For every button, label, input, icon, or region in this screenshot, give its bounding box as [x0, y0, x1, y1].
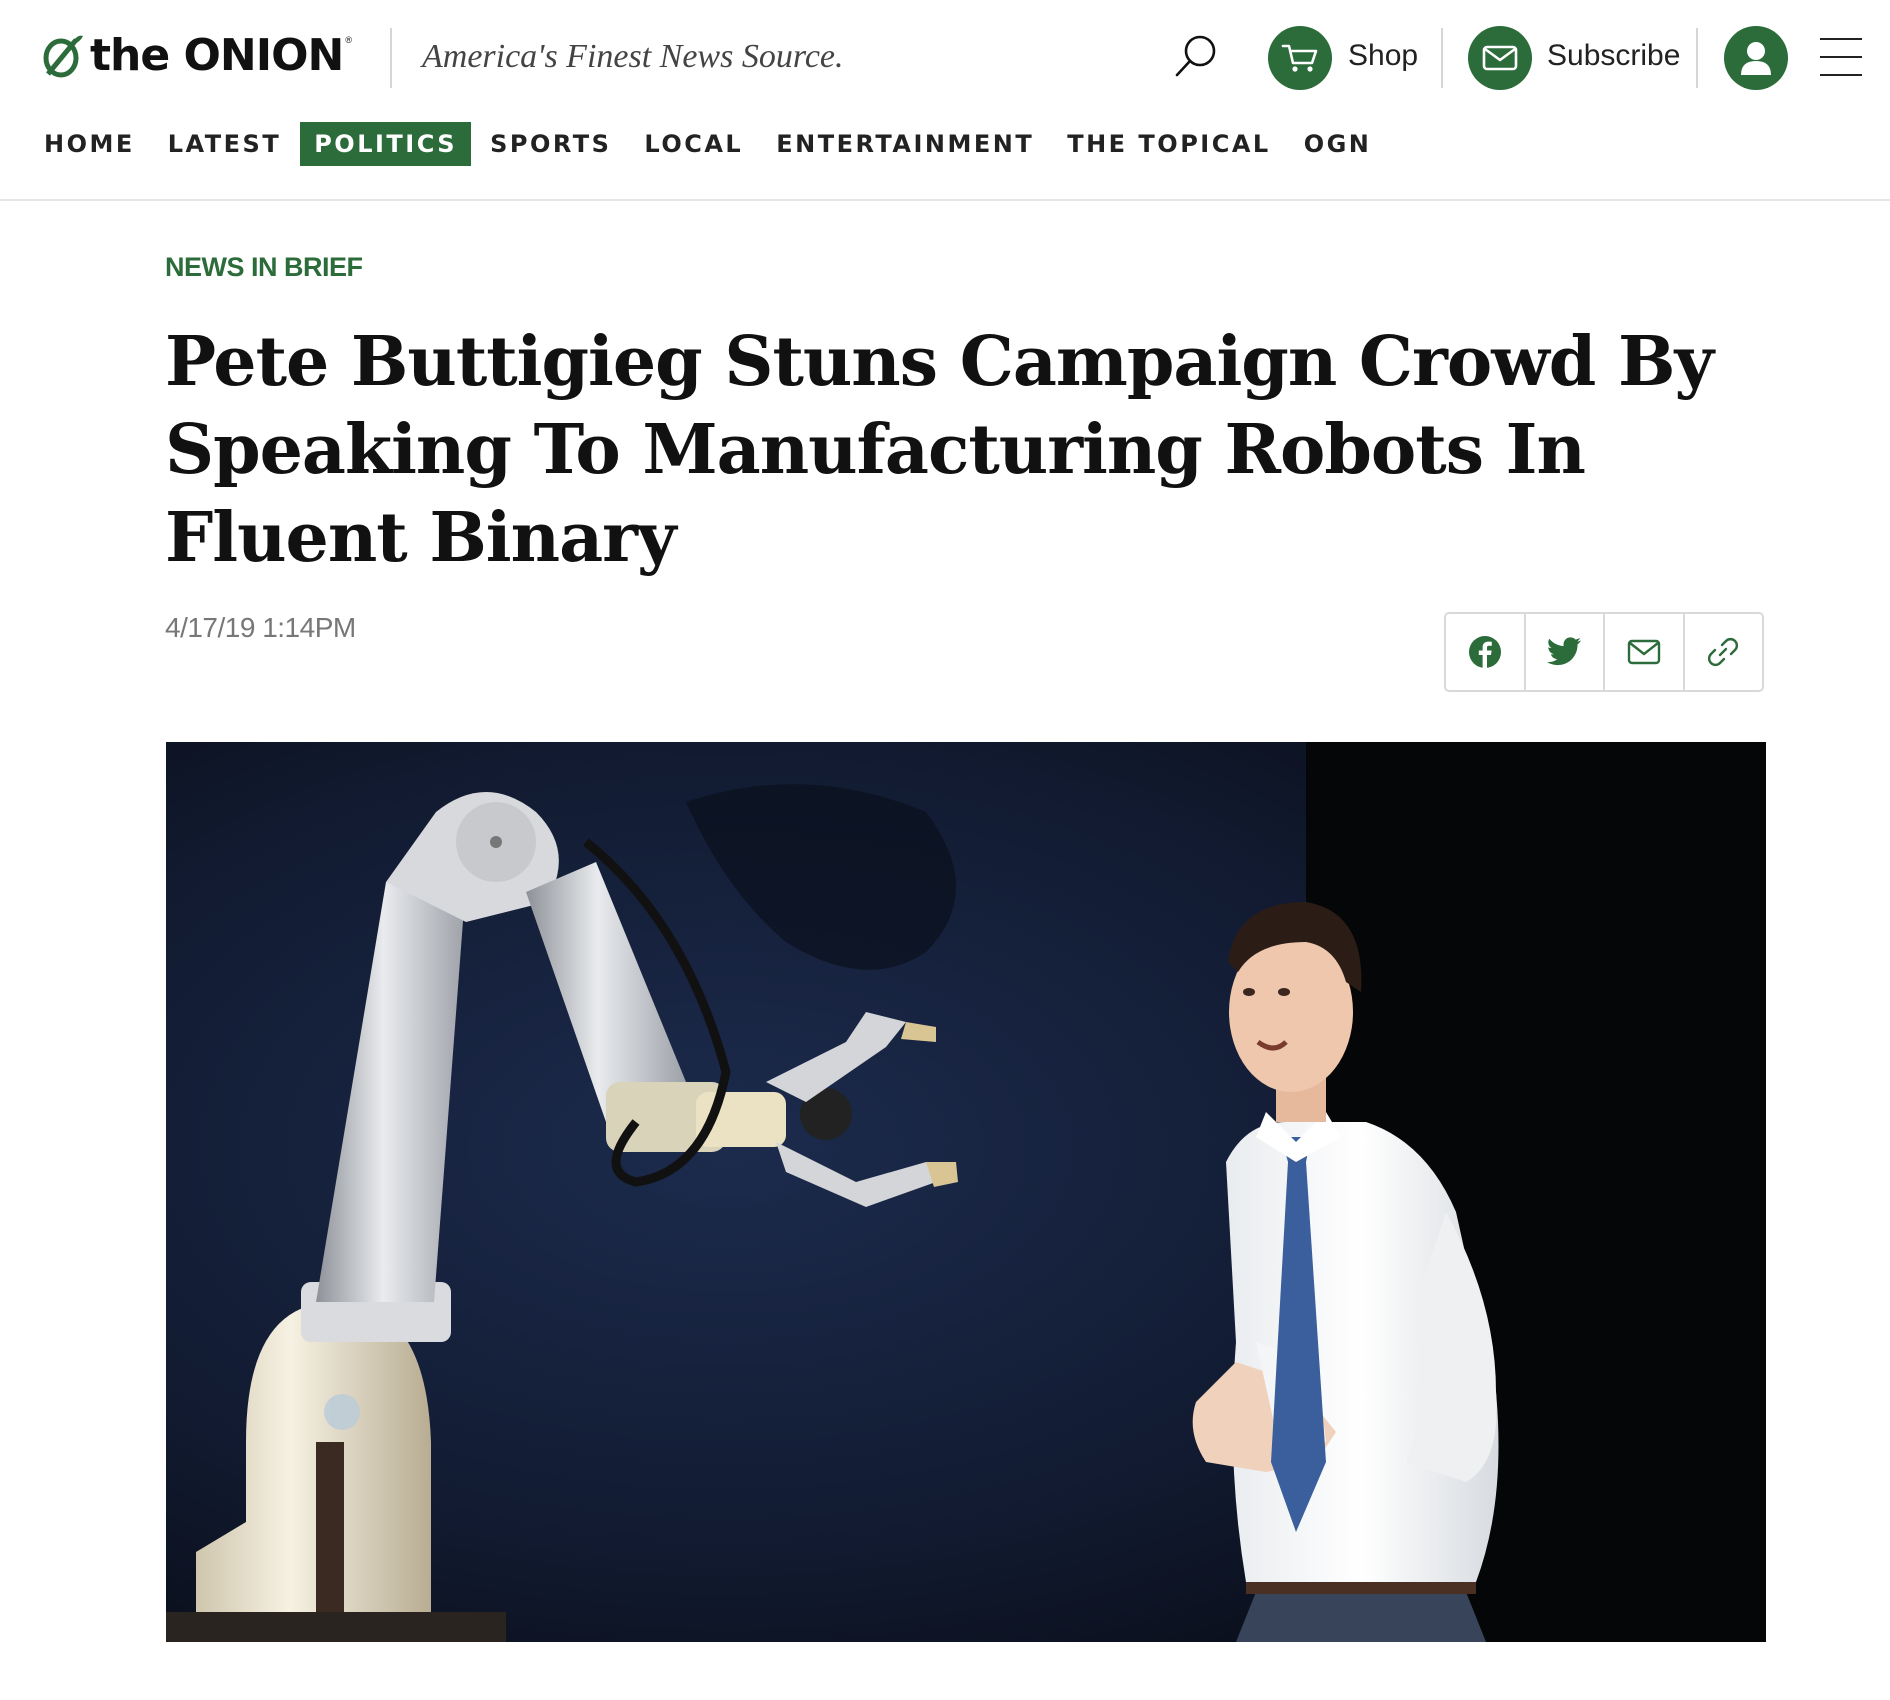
nav-item-sports[interactable]: SPORTS	[476, 122, 625, 166]
share-link-button[interactable]	[1685, 614, 1763, 690]
header-divider	[1441, 28, 1443, 88]
shop-label[interactable]: Shop	[1348, 36, 1418, 76]
nav-item-the-topical[interactable]: THE TOPICAL	[1053, 122, 1284, 166]
site-header: the ONION ® America's Finest News Source…	[0, 0, 1890, 201]
user-icon	[1741, 42, 1771, 75]
nav-item-entertainment[interactable]: ENTERTAINMENT	[762, 122, 1048, 166]
logo-wordmark: the ONION	[90, 30, 344, 81]
article-headline: Pete Buttigieg Stuns Campaign Crowd By S…	[165, 322, 1714, 578]
mail-icon	[1627, 639, 1660, 665]
cart-icon	[1281, 44, 1318, 72]
header-divider	[1696, 28, 1698, 88]
share-toolbar	[1444, 612, 1764, 692]
article-hero-image	[166, 742, 1766, 1642]
header-divider	[390, 28, 392, 88]
mail-icon	[1482, 45, 1518, 71]
menu-button[interactable]	[1820, 38, 1862, 78]
hamburger-icon	[1820, 38, 1862, 40]
search-icon	[1175, 35, 1216, 77]
share-twitter-button[interactable]	[1526, 614, 1605, 690]
hamburger-icon-bar	[1820, 56, 1862, 58]
account-button[interactable]	[1724, 26, 1788, 90]
hero-photo	[166, 742, 1766, 1642]
search-button[interactable]	[1170, 30, 1222, 82]
registered-mark: ®	[345, 35, 352, 45]
nav-item-local[interactable]: LOCAL	[630, 122, 757, 166]
nav-item-latest[interactable]: LATEST	[154, 122, 295, 166]
nav-item-ogn[interactable]: OGN	[1290, 122, 1386, 166]
article-timestamp: 4/17/19 1:14PM	[165, 612, 356, 643]
subscribe-button[interactable]	[1468, 26, 1532, 90]
shop-button[interactable]	[1268, 26, 1332, 90]
hamburger-icon-bar	[1820, 74, 1862, 76]
site-tagline: America's Finest News Source.	[422, 38, 844, 75]
article-kicker[interactable]: NEWS IN BRIEF	[165, 252, 363, 283]
facebook-icon	[1468, 636, 1501, 669]
twitter-icon	[1547, 637, 1582, 666]
share-facebook-button[interactable]	[1446, 614, 1526, 690]
link-icon	[1708, 637, 1739, 667]
onion-logo[interactable]: the ONION ®	[42, 28, 352, 84]
section-nav: HOME LATEST POLITICS SPORTS LOCAL ENTERT…	[30, 122, 1390, 166]
nav-item-politics[interactable]: POLITICS	[300, 122, 472, 166]
share-email-button[interactable]	[1605, 614, 1685, 690]
nav-item-home[interactable]: HOME	[30, 122, 149, 166]
onion-leaf-icon	[43, 35, 83, 78]
subscribe-label[interactable]: Subscribe	[1547, 36, 1680, 76]
